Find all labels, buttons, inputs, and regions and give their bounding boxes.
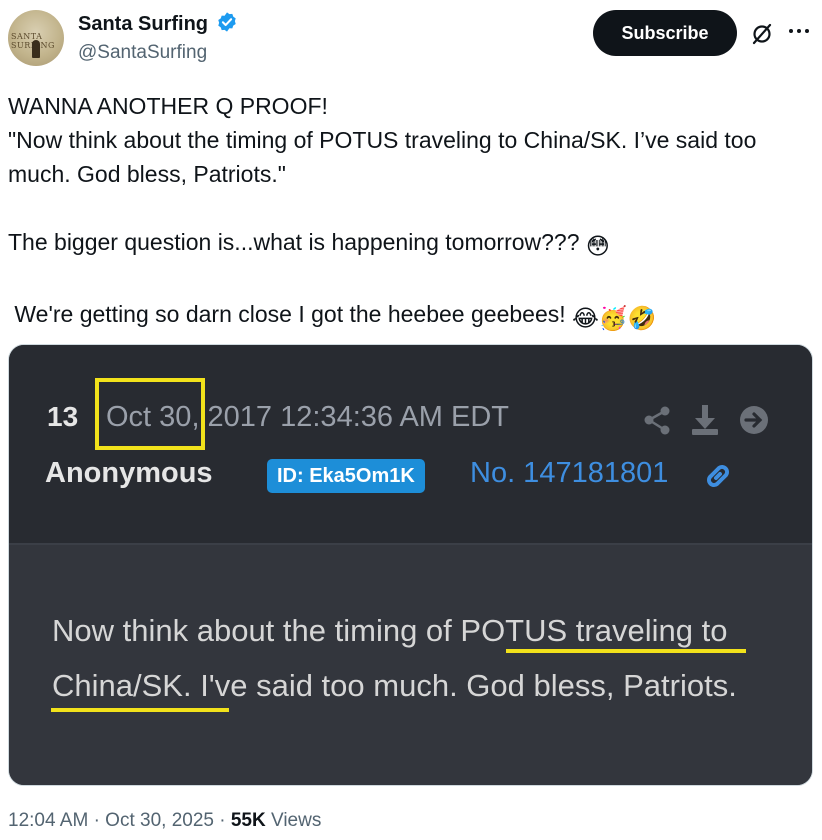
attached-image[interactable]: 13 Oct 30, 2017 12:34:36 AM EDT Anonymou…: [8, 344, 813, 786]
link-icon: [701, 459, 735, 493]
tweet-text: WANNA ANOTHER Q PROOF! "Now think about …: [8, 89, 808, 335]
tweet-line-text: We're getting so darn close I got the he…: [8, 301, 566, 327]
tweet-time[interactable]: 12:04 AM: [8, 810, 88, 831]
post-number-link: No. 147181801: [470, 457, 669, 489]
subscribe-button[interactable]: Subscribe: [593, 10, 737, 56]
avatar-figure: [32, 40, 40, 58]
highlight-underline: [506, 649, 746, 653]
more-dots-icon[interactable]: [788, 20, 810, 46]
post-action-icons: [641, 403, 776, 437]
highlight-underline: [51, 708, 229, 712]
author-info: Santa Surfing @SantaSurfing: [78, 11, 238, 64]
meta-separator: ·: [219, 810, 226, 831]
post-body-panel: Now think about the timing of POTUS trav…: [9, 545, 812, 785]
tweet-line: We're getting so darn close I got the he…: [8, 297, 808, 335]
grok-icon[interactable]: [750, 22, 774, 46]
tweet-line: WANNA ANOTHER Q PROOF!: [8, 93, 328, 119]
tweet-line: "Now think about the timing of POTUS tra…: [8, 127, 757, 187]
avatar[interactable]: SANTA SURFING: [8, 10, 64, 66]
download-icon: [692, 405, 718, 435]
post-date-rest: , 2017 12:34:36 AM EDT: [191, 401, 510, 433]
meta-separator: ·: [93, 810, 100, 831]
display-name[interactable]: Santa Surfing: [78, 13, 208, 35]
arrow-right-icon: [740, 406, 768, 434]
tweet-line-text: The bigger question is...what is happeni…: [8, 229, 580, 255]
poster-name: Anonymous: [45, 457, 213, 489]
tweet-line: The bigger question is...what is happeni…: [8, 225, 808, 263]
flushed-emoji-icon: 😳: [585, 233, 610, 259]
post-header: 13 Oct 30, 2017 12:34:36 AM EDT Anonymou…: [9, 345, 812, 543]
poster-id-badge: ID: Eka5Om1K: [267, 459, 425, 493]
tweet-meta: 12:04 AM · Oct 30, 2025 · 55K Views: [8, 810, 321, 832]
views-label: Views: [271, 810, 322, 831]
tweet-header: SANTA SURFING Santa Surfing @SantaSurfin…: [8, 8, 814, 72]
laughing-party-emoji-icon: 😂🥳🤣: [572, 305, 657, 331]
views-count: 55K: [230, 810, 266, 831]
post-body-text: Now think about the timing of POTUS trav…: [52, 613, 737, 703]
verified-badge-icon: [216, 11, 238, 38]
handle[interactable]: @SantaSurfing: [78, 42, 238, 64]
date-highlight-box: [95, 378, 205, 450]
tweet-date[interactable]: Oct 30, 2025: [105, 810, 214, 831]
share-icon: [644, 406, 670, 435]
post-number: 13: [47, 401, 79, 432]
